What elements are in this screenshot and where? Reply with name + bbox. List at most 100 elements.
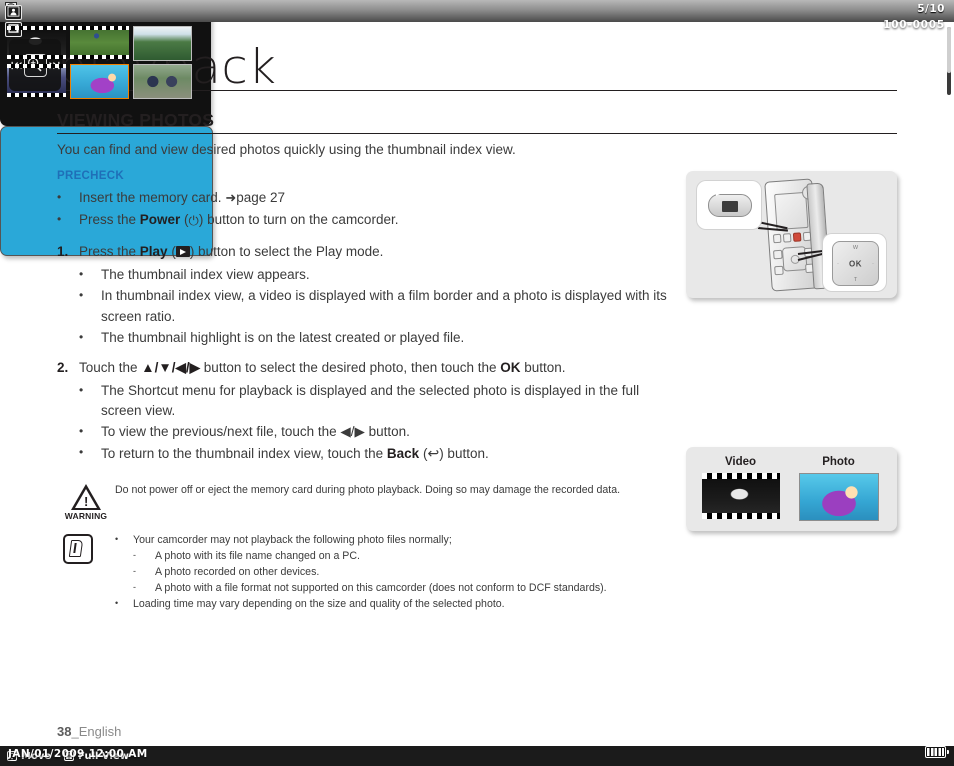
camcorder-side-button-2 (774, 265, 784, 276)
camcorder-record-button (792, 232, 802, 242)
note-pencil-icon (63, 534, 93, 564)
step-2: 2. Touch the ▲/▼/◀/▶ button to select th… (57, 358, 667, 466)
precheck-item-card: • Insert the memory card. ➜page 27 (57, 188, 657, 209)
note-sub-2: - A photo with a file format not support… (133, 581, 667, 597)
thumbnail-image (134, 65, 191, 98)
thumbnail-item[interactable] (133, 26, 192, 61)
play-triangle-icon (716, 189, 722, 196)
play-label: Play (139, 244, 168, 259)
back-label: Back (386, 446, 420, 462)
photo-column: Photo (791, 456, 886, 521)
video-thumbnail-example (701, 473, 780, 519)
ok-label: OK (500, 359, 521, 375)
precheck-item-power-text: Press the Power (⏻) button to turn on th… (79, 211, 399, 228)
camcorder-button-row (772, 231, 812, 244)
video-photo-comparison-panel: Video Photo (686, 447, 897, 531)
note-icon-wrap (57, 530, 115, 612)
step-2-number: 2. (57, 359, 69, 375)
bullet-dot: • (79, 329, 84, 344)
note-sub-1: - A photo recorded on other devices. (133, 565, 667, 581)
step-2-sub-2: • To return to the thumbnail index view,… (79, 443, 667, 465)
play-button-callout (697, 181, 761, 229)
warning-block: ! WARNING Do not power off or eject the … (57, 482, 657, 521)
warning-text: Do not power off or eject the memory car… (115, 484, 621, 496)
step-1-sub-1: • In thumbnail index view, a video is di… (79, 286, 667, 328)
thumbnail-item-selected[interactable] (70, 64, 129, 99)
play-button-graphic (708, 194, 752, 217)
section-title: VIEWING PHOTOS (57, 110, 215, 130)
note-item-1: • Loading time may vary depending on the… (115, 597, 667, 613)
page-number: 38 (57, 724, 72, 739)
bullet-dot: • (115, 534, 119, 544)
camcorder-illustration-panel: W T · · OK (686, 171, 897, 298)
page-language: _English (71, 724, 122, 739)
left-arrow-dot-icon: · (837, 260, 839, 267)
thumbnail-image (70, 26, 129, 59)
step-2-body: Touch the ▲/▼/◀/▶ button to select the d… (79, 358, 667, 466)
manual-page: playback VIEWING PHOTOS You can find and… (0, 0, 954, 766)
bullet-dot: • (79, 266, 84, 281)
section-divider (57, 133, 897, 134)
direction-buttons-icon: ▲/▼/◀/▶ (141, 359, 201, 375)
bullet-dot: • (79, 424, 84, 439)
power-label: Power (139, 211, 181, 227)
video-column: Video (693, 456, 788, 519)
step-2-sublist: • The Shortcut menu for playback is disp… (79, 381, 667, 466)
warning-icon-wrap: ! WARNING (57, 482, 115, 521)
bullet-dot: • (57, 190, 62, 204)
note-text: • Your camcorder may not playback the fo… (115, 530, 667, 612)
step-2-sub-2-text: To return to the thumbnail index view, t… (101, 445, 489, 462)
page-arrow-icon: ➜ (225, 190, 237, 205)
photo-thumbnail-example (798, 473, 879, 521)
back-arrow-icon: ↩ (427, 445, 440, 462)
thumbnail-item[interactable] (70, 26, 129, 59)
bullet-dot: • (79, 287, 84, 302)
step-1-sublist: • The thumbnail index view appears. • In… (79, 265, 667, 349)
note-sub-0: - A photo with its file name changed on … (133, 549, 667, 565)
note-block: • Your camcorder may not playback the fo… (57, 530, 667, 612)
bullet-dot: • (115, 597, 119, 608)
index-view-titlebar: 5/10 (0, 0, 954, 22)
step-1: 1. Press the Play () button to select th… (57, 242, 667, 349)
step-1-sub-0: • The thumbnail index view appears. (79, 265, 667, 286)
note-item-0: • Your camcorder may not playback the fo… (115, 533, 667, 549)
step-1-body: Press the Play () button to select the P… (79, 242, 667, 349)
section-intro: You can find and view desired photos qui… (57, 142, 516, 157)
warning-label: WARNING (64, 511, 108, 521)
thumbnail-item[interactable] (133, 64, 192, 99)
ok-button-label: OK (849, 259, 862, 268)
video-label: Video (724, 456, 757, 468)
bullet-dot: • (57, 211, 62, 226)
ok-direction-pad-graphic: W T · · OK (832, 241, 879, 286)
precheck-item-card-text: Insert the memory card. ➜page 27 (79, 190, 286, 205)
thumbnail-image (134, 27, 191, 60)
dash-marker: - (133, 581, 136, 592)
ok-button-callout: W T · · OK (823, 234, 886, 291)
precheck-list: • Insert the memory card. ➜page 27 • Pre… (57, 188, 657, 232)
exclamation-glyph: ! (84, 494, 89, 509)
zoom-tele-label: T (853, 277, 858, 283)
dash-marker: - (133, 549, 136, 560)
warning-triangle-icon: ! (71, 484, 101, 510)
video-thumbnail-image (701, 473, 780, 519)
bullet-dot: • (79, 445, 84, 460)
play-icon (175, 246, 190, 257)
step-1-sub-2: • The thumbnail highlight is on the late… (79, 328, 667, 349)
steps-list: 1. Press the Play () button to select th… (57, 242, 667, 474)
precheck-item-power: • Press the Power (⏻) button to turn on … (57, 210, 657, 231)
camcorder-button-a (772, 233, 782, 244)
thumbnail-image (71, 65, 128, 98)
bullet-dot: • (79, 382, 84, 397)
zoom-wide-label: W (852, 245, 859, 251)
camcorder-side-button-1 (773, 249, 783, 260)
power-icon: ⏻ (188, 212, 199, 228)
dash-marker: - (133, 565, 136, 576)
step-2-sub-1: • To view the previous/next file, touch … (79, 422, 667, 443)
camcorder-play-button (782, 233, 792, 243)
note-sublist: - A photo with its file name changed on … (115, 549, 667, 597)
step-1-number: 1. (57, 244, 69, 259)
precheck-heading: PRECHECK (57, 170, 124, 182)
right-arrow-dot-icon: · (872, 260, 874, 267)
page-footer: 38_English (57, 724, 121, 739)
photo-label: Photo (822, 456, 855, 468)
